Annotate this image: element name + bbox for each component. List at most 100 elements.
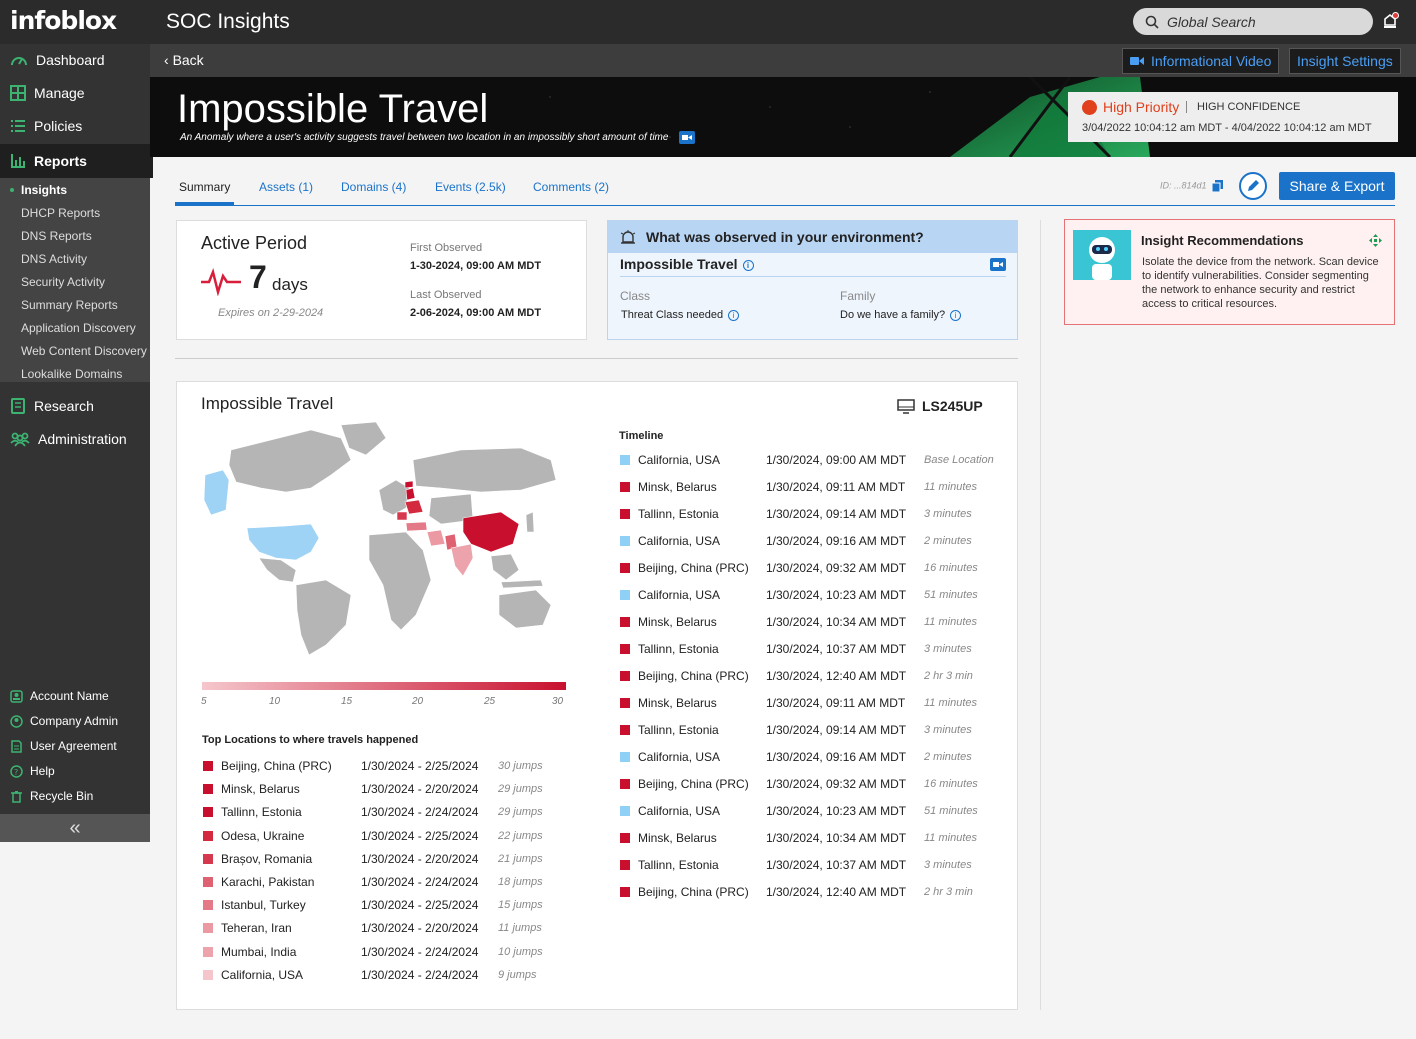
submenu-lookalike-domains[interactable]: Lookalike Domains (21, 367, 122, 381)
app-title: SOC Insights (166, 10, 290, 33)
sidebar-user-agreement[interactable]: User Agreement (10, 739, 117, 753)
sidebar-company-admin[interactable]: Company Admin (10, 714, 118, 728)
color-swatch (620, 671, 630, 681)
sidebar-account-name[interactable]: Account Name (10, 689, 109, 703)
informational-video-button[interactable]: Informational Video (1122, 48, 1280, 74)
timeline-time: 1/30/2024, 10:34 AM MDT (766, 615, 907, 629)
sidebar-item-label: Dashboard (36, 52, 105, 68)
timeline-delta: 51 minutes (924, 805, 978, 817)
collapse-sidebar-button[interactable]: « (0, 814, 150, 842)
last-observed-label: Last Observed (410, 289, 482, 301)
search-placeholder: Global Search (1167, 13, 1256, 30)
world-heat-map[interactable] (201, 420, 571, 660)
color-swatch (620, 887, 630, 897)
tab-summary[interactable]: Summary (174, 180, 235, 205)
submenu-dhcp-reports[interactable]: DHCP Reports (21, 206, 100, 220)
map-country-iran (426, 529, 446, 547)
sidebar-item-policies[interactable]: Policies (0, 111, 150, 141)
video-icon[interactable] (679, 131, 696, 144)
tab-comments[interactable]: Comments (2) (533, 180, 609, 194)
location-name: Teheran, Iran (221, 921, 292, 936)
sidebar-item-manage[interactable]: Manage (0, 78, 150, 108)
tab-events[interactable]: Events (2.5k) (435, 180, 506, 194)
submenu-insights[interactable]: Insights (9, 183, 67, 197)
map-country-romania (396, 511, 408, 521)
timeline-location: Tallinn, Estonia (638, 642, 719, 656)
timeline-row: Minsk, Belarus 1/30/2024, 09:11 AM MDT 11 … (620, 480, 1000, 494)
video-icon[interactable] (990, 258, 1006, 271)
sidebar-item-dashboard[interactable]: Dashboard (0, 45, 150, 75)
copy-icon[interactable] (1211, 180, 1224, 193)
submenu-dns-reports[interactable]: DNS Reports (21, 229, 92, 243)
submenu-web-content-discovery[interactable]: Web Content Discovery (21, 344, 147, 358)
sidebar-help[interactable]: ? Help (10, 764, 55, 778)
insight-settings-button[interactable]: Insight Settings (1289, 48, 1401, 74)
edit-button[interactable] (1239, 172, 1267, 200)
location-date-range: 1/30/2024 - 2/20/2024 (361, 851, 479, 866)
location-name: Odesa, Ukraine (221, 828, 305, 843)
location-date-range: 1/30/2024 - 2/24/2024 (361, 875, 479, 889)
timeline-row: Beijing, China (PRC) 1/30/2024, 09:32 AM … (620, 561, 1000, 575)
timeline-time: 1/30/2024, 09:16 AM MDT (766, 534, 907, 548)
admin-icon (10, 714, 23, 728)
color-swatch (620, 779, 630, 789)
book-icon (11, 398, 25, 414)
notification-icon[interactable] (1383, 12, 1399, 35)
monitor-icon (897, 398, 915, 414)
submenu-summary-reports[interactable]: Summary Reports (21, 298, 118, 312)
timeline-delta: 16 minutes (924, 562, 978, 574)
timeline-row: Minsk, Belarus 1/30/2024, 10:34 AM MDT 11 … (620, 615, 1000, 629)
location-jumps: 21 jumps (498, 852, 543, 865)
map-country-africa (368, 531, 432, 631)
location-jumps: 9 jumps (498, 968, 537, 981)
timeline-time: 1/30/2024, 09:14 AM MDT (766, 723, 907, 737)
map-country-russia (412, 447, 557, 493)
color-swatch (203, 969, 213, 980)
location-name: Tallinn, Estonia (221, 805, 302, 820)
infoblox-logo[interactable]: infoblox (10, 6, 117, 35)
top-location-row: Istanbul, Turkey 1/30/2024 - 2/25/2024 15 … (203, 898, 563, 912)
top-location-row: Odesa, Ukraine 1/30/2024 - 2/25/2024 22 ju… (203, 829, 563, 843)
robot-avatar-icon (1073, 230, 1131, 280)
top-location-row: Karachi, Pakistan 1/30/2024 - 2/24/2024 18… (203, 875, 563, 889)
timeline-row: California, USA 1/30/2024, 09:16 AM MDT 2 … (620, 750, 1000, 764)
color-swatch (620, 536, 630, 546)
info-icon[interactable]: i (742, 259, 754, 271)
timeline-location: Beijing, China (PRC) (638, 777, 749, 791)
tab-assets[interactable]: Assets (1) (259, 180, 313, 194)
timeline-time: 1/30/2024, 09:32 AM MDT (766, 561, 907, 575)
timeline-location: Beijing, China (PRC) (638, 561, 749, 575)
sidebar-item-administration[interactable]: Administration (0, 424, 150, 454)
sidebar-item-label: Research (34, 398, 94, 414)
legend-label: 30 (552, 696, 564, 707)
environment-insight-name-text: Impossible Travel (620, 256, 738, 272)
sidebar-item-reports[interactable]: Reports (0, 144, 153, 178)
sidebar-item-research[interactable]: Research (0, 391, 150, 421)
info-icon[interactable]: i (728, 309, 740, 321)
submenu-security-activity[interactable]: Security Activity (21, 275, 105, 289)
tab-domains[interactable]: Domains (4) (341, 180, 406, 194)
sidebar-item-label: Reports (34, 153, 87, 169)
info-icon[interactable]: i (950, 309, 962, 321)
location-name: Mumbai, India (221, 944, 297, 959)
timeline-delta: Base Location (924, 454, 994, 466)
color-swatch (620, 860, 630, 870)
trash-icon (11, 790, 22, 803)
class-value-text: Threat Class needed (621, 309, 724, 321)
insight-banner: Impossible Travel An Anomaly where a use… (150, 77, 1416, 157)
submenu-dns-activity[interactable]: DNS Activity (21, 252, 87, 266)
timeline-time: 1/30/2024, 10:23 AM MDT (766, 588, 907, 602)
insight-date-range: 3/04/2022 10:04:12 am MDT - 4/04/2022 10… (1082, 122, 1372, 134)
sidebar-recycle-bin[interactable]: Recycle Bin (10, 789, 93, 803)
pencil-icon (1248, 180, 1259, 191)
submenu-application-discovery[interactable]: Application Discovery (21, 321, 136, 335)
dashboard-icon (11, 57, 27, 66)
expand-icon[interactable] (1369, 234, 1382, 247)
global-search-input[interactable]: Global Search (1133, 8, 1373, 35)
users-icon (10, 432, 30, 447)
back-link[interactable]: ‹ Back (164, 52, 204, 68)
priority-text: High Priority (1103, 99, 1180, 115)
location-name: Beijing, China (PRC) (221, 759, 332, 773)
share-export-button[interactable]: Share & Export (1279, 172, 1395, 200)
sidebar-bottom-label: Recycle Bin (30, 789, 94, 803)
